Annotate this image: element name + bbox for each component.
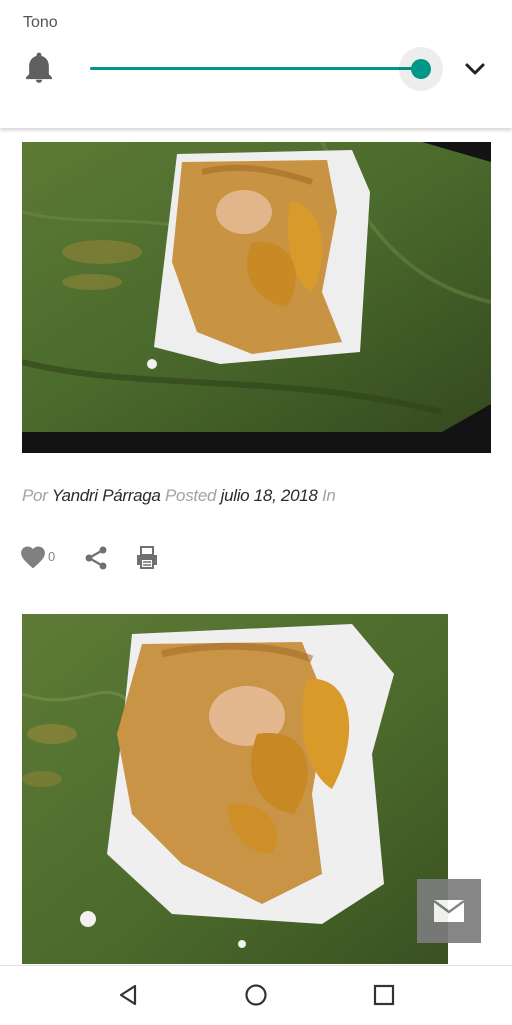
posted-prefix: Posted (165, 486, 217, 505)
post-image[interactable] (22, 614, 448, 964)
heart-icon[interactable] (20, 545, 46, 569)
like-count: 0 (48, 549, 56, 564)
volume-label: Tono (23, 14, 58, 31)
chevron-down-icon[interactable] (462, 58, 488, 80)
post-meta: Por Yandri Párraga Posted julio 18, 2018… (22, 486, 336, 506)
post-image[interactable] (22, 142, 491, 453)
share-icon[interactable] (83, 545, 109, 571)
mail-icon (434, 900, 464, 922)
email-button[interactable] (417, 879, 481, 943)
volume-slider[interactable] (90, 67, 422, 70)
home-icon[interactable] (244, 983, 268, 1007)
post-author[interactable]: Yandri Párraga (52, 486, 161, 505)
volume-slider-fill (90, 67, 422, 70)
back-icon[interactable] (117, 983, 139, 1007)
food-photo (22, 614, 448, 964)
author-prefix: Por (22, 486, 48, 505)
system-nav-bar (0, 965, 512, 1025)
print-icon[interactable] (134, 546, 160, 570)
volume-panel: Tono (0, 0, 512, 128)
post-date[interactable]: julio 18, 2018 (221, 486, 318, 505)
category-prefix: In (321, 486, 336, 505)
volume-slider-thumb[interactable] (411, 59, 431, 79)
food-photo (22, 142, 491, 453)
bell-icon[interactable] (24, 52, 54, 84)
recents-icon[interactable] (373, 984, 395, 1006)
